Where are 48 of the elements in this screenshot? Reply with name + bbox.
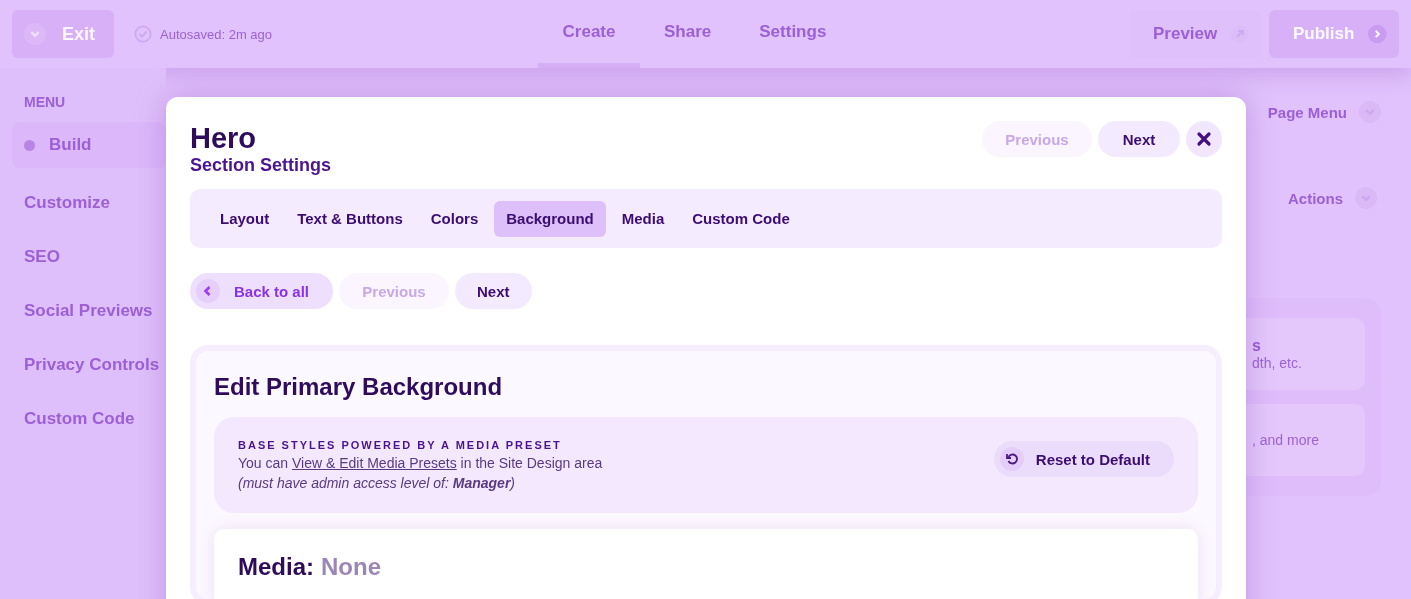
media-presets-link[interactable]: View & Edit Media Presets — [292, 455, 457, 471]
sidebar-item[interactable]: Customize — [12, 176, 166, 230]
autosave-status: Autosaved: 2m ago — [160, 26, 273, 42]
menu-heading: MENU — [23, 94, 67, 110]
check-circle-icon — [134, 25, 152, 43]
section-tab[interactable]: Background — [494, 200, 606, 237]
reset-icon — [999, 447, 1024, 471]
actions-dropdown[interactable]: Actions — [1272, 180, 1381, 216]
reset-button[interactable]: Reset to Default — [993, 441, 1174, 477]
card-title: s — [1252, 337, 1262, 355]
chevron-right-icon — [1368, 22, 1387, 46]
dialog-title: Hero — [190, 121, 258, 155]
exit-button[interactable]: Exit — [12, 10, 114, 58]
section-tab[interactable]: Media — [609, 200, 677, 237]
back-button[interactable]: Back to all — [190, 273, 334, 309]
option-card[interactable]: s dth, etc. — [1246, 318, 1365, 390]
publish-button[interactable]: Publish — [1269, 10, 1399, 58]
page-menu-dropdown[interactable]: Page Menu — [1267, 94, 1381, 130]
sidebar-item[interactable]: SEO — [12, 230, 166, 284]
close-icon — [1196, 131, 1212, 147]
preset-heading: BASE STYLES POWERED BY A MEDIA PRESET — [238, 439, 563, 451]
media-value: None — [321, 553, 381, 581]
top-tab[interactable]: Share — [640, 0, 736, 68]
sidebar-item[interactable]: Custom Code — [12, 392, 166, 446]
section-heading: Edit Primary Background — [214, 373, 504, 401]
option-card[interactable]: , and more — [1246, 404, 1365, 476]
section-tab[interactable]: Layout — [208, 200, 282, 237]
chevron-left-icon — [196, 279, 220, 303]
sidebar-item[interactable]: Social Previews — [12, 284, 166, 338]
section-tab[interactable]: Text & Buttons — [285, 200, 415, 237]
chevron-down-icon — [1359, 101, 1381, 123]
card-description: dth, etc. — [1252, 355, 1303, 371]
access-note: (must have admin access level of: Manager) — [238, 475, 516, 491]
next-button[interactable]: Next — [455, 273, 532, 309]
preset-description: You can View & Edit Media Presets in the Site Design area — [238, 455, 603, 471]
close-button[interactable] — [1186, 121, 1222, 157]
chevron-down-icon — [1355, 187, 1377, 209]
sidebar-item[interactable]: Privacy Controls — [12, 338, 166, 392]
card-description: , and more — [1252, 432, 1320, 448]
section-tab[interactable]: Colors — [418, 200, 491, 237]
sidebar-item[interactable]: Build — [12, 122, 166, 168]
chevron-down-icon — [24, 23, 46, 45]
dialog-subtitle: Section Settings — [190, 155, 332, 176]
top-tab[interactable]: Settings — [735, 0, 851, 68]
media-label: Media: — [238, 553, 314, 581]
next-button[interactable]: Next — [1098, 121, 1180, 157]
top-tab[interactable]: Create — [538, 0, 641, 68]
section-tab[interactable]: Custom Code — [680, 200, 802, 237]
